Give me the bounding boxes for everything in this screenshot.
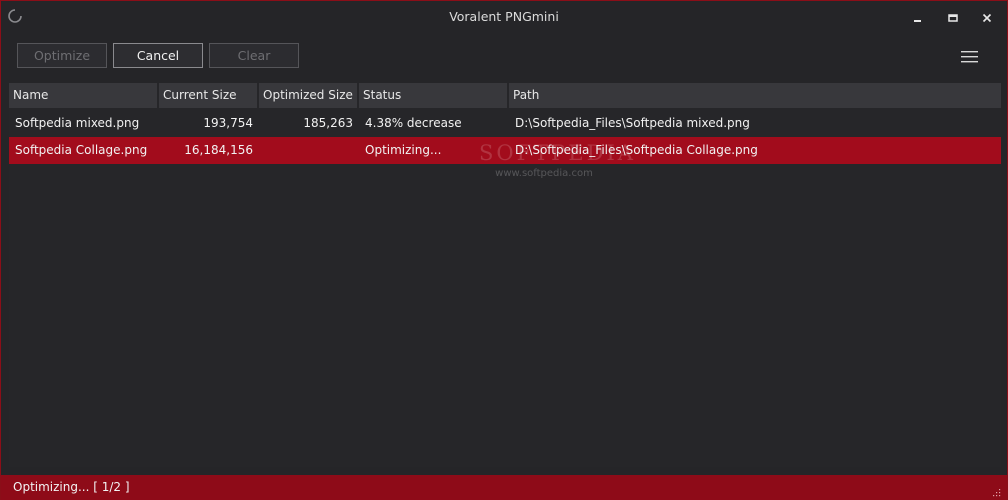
maximize-button[interactable] (942, 9, 964, 27)
status-bar: Optimizing... [ 1/2 ] (1, 475, 1007, 500)
cell-name: Softpedia mixed.png (15, 116, 140, 130)
title-bar[interactable]: Voralent PNGmini (1, 1, 1007, 33)
cell-current-size: 193,754 (203, 116, 253, 130)
table-row[interactable]: Softpedia mixed.png 193,754 185,263 4.38… (9, 110, 1001, 137)
list-header: Name Current Size Optimized Size Status … (9, 83, 1001, 108)
softpedia-watermark-url: www.softpedia.com (495, 168, 593, 179)
column-header-optimized-size[interactable]: Optimized Size (259, 83, 359, 108)
column-header-status[interactable]: Status (359, 83, 509, 108)
cell-current-size: 16,184,156 (184, 143, 253, 157)
maximize-icon (948, 13, 958, 23)
clear-button[interactable]: Clear (209, 43, 299, 68)
app-window: Voralent PNGmini Optimize Cancel Clear N… (0, 0, 1008, 500)
close-button[interactable] (976, 9, 998, 27)
softpedia-watermark: SOFTPEDIA (479, 141, 636, 165)
column-header-name[interactable]: Name (9, 83, 159, 108)
cell-optimized-size (259, 137, 359, 164)
cell-path: D:\Softpedia_Files\Softpedia mixed.png (515, 116, 750, 130)
minimize-button[interactable] (907, 9, 929, 27)
menu-button[interactable] (959, 47, 981, 65)
cell-optimized-size: 185,263 (303, 116, 353, 130)
cell-status: 4.38% decrease (365, 116, 462, 130)
window-title: Voralent PNGmini (449, 9, 559, 24)
column-header-current-size[interactable]: Current Size (159, 83, 259, 108)
column-header-path[interactable]: Path (509, 83, 1001, 108)
optimize-button[interactable]: Optimize (17, 43, 107, 68)
cell-name: Softpedia Collage.png (15, 143, 148, 157)
cancel-button[interactable]: Cancel (113, 43, 203, 68)
hamburger-menu-icon (959, 51, 981, 68)
resize-grip-icon[interactable] (991, 486, 1001, 497)
status-text: Optimizing... [ 1/2 ] (13, 480, 130, 494)
minimize-icon (913, 13, 923, 23)
close-icon (982, 13, 992, 23)
